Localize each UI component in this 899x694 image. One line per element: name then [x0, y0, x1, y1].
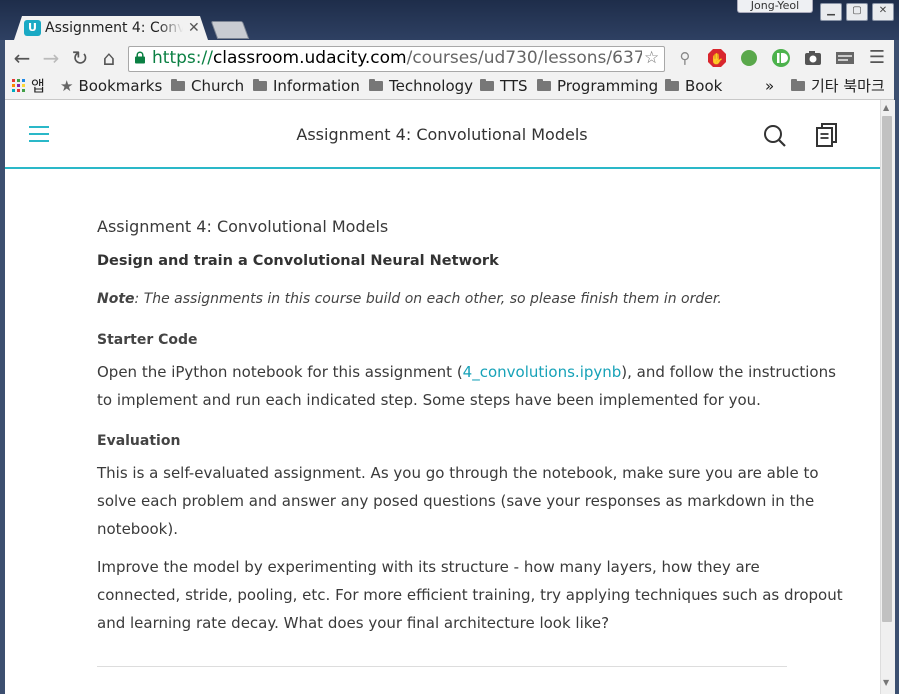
apps-label: 앱 — [31, 77, 45, 95]
profile-user-label[interactable]: Jong-Yeol — [737, 0, 813, 13]
improve-paragraph-line: connected, stride, pooling, etc. For mor… — [97, 586, 843, 604]
adblock-extension-icon[interactable]: ✋ — [707, 48, 727, 68]
bookmark-folder-tts[interactable]: TTS — [480, 76, 528, 96]
evaluation-heading: Evaluation — [97, 433, 181, 449]
close-window-button[interactable]: ✕ — [872, 3, 894, 21]
notes-icon[interactable] — [815, 122, 839, 148]
article-subtitle: Design and train a Convolutional Neural … — [97, 253, 499, 269]
folder-icon — [480, 79, 494, 91]
folder-icon — [171, 79, 185, 91]
magnifier-extension-icon[interactable]: ⚲ — [675, 48, 695, 68]
bookmark-label: TTS — [500, 77, 528, 95]
menu-hamburger-icon[interactable]: ☰ — [867, 48, 887, 68]
text: ), and follow the instructions — [621, 363, 836, 381]
minimize-button[interactable]: ▁ — [820, 3, 842, 21]
section-divider — [97, 666, 787, 667]
home-icon[interactable]: ⌂ — [98, 46, 120, 70]
url-host: classroom.udacity.com — [212, 48, 407, 68]
bookmark-label: Book — [685, 77, 723, 95]
bookmark-label: Information — [273, 77, 360, 95]
reload-icon[interactable]: ↻ — [69, 46, 91, 70]
url-text[interactable]: https://classroom.udacity.com/courses/ud… — [152, 47, 642, 69]
scrollbar-thumb[interactable] — [882, 116, 892, 622]
text: Open the iPython notebook for this assig… — [97, 363, 463, 381]
article-title: Assignment 4: Convolutional Models — [97, 217, 389, 236]
forward-arrow-icon[interactable]: → — [40, 46, 62, 70]
hamburger-menu-icon[interactable] — [29, 126, 49, 142]
scroll-up-arrow-icon[interactable]: ▲ — [883, 103, 889, 112]
starter-paragraph-line: Open the iPython notebook for this assig… — [97, 358, 836, 386]
folder-icon — [253, 79, 267, 91]
folder-icon — [369, 79, 383, 91]
improve-paragraph-line: and learning rate decay. What does your … — [97, 614, 610, 632]
starter-paragraph-line: to implement and run each indicated step… — [97, 391, 761, 409]
note-label: Note — [97, 291, 135, 307]
pushbullet-extension-icon[interactable] — [771, 48, 791, 68]
evernote-extension-icon[interactable] — [739, 48, 759, 68]
tab-close-icon[interactable]: ✕ — [188, 19, 200, 37]
folder-icon — [537, 79, 551, 91]
starter-code-heading: Starter Code — [97, 332, 198, 348]
search-icon[interactable] — [763, 124, 787, 148]
bookmarks-overflow-chevron[interactable]: » — [765, 76, 774, 96]
bookmark-label: Church — [191, 77, 245, 95]
bookmark-star-icon[interactable]: ☆ — [644, 47, 659, 69]
evaluation-paragraph-line: notebook). — [97, 520, 178, 538]
maximize-button[interactable]: ▢ — [846, 3, 868, 21]
bookmark-folder-church[interactable]: Church — [171, 76, 244, 96]
url-scheme: https:// — [152, 48, 213, 68]
bookmark-label: 기타 북마크 — [811, 77, 885, 95]
scroll-down-arrow-icon[interactable]: ▼ — [883, 678, 889, 687]
tab-title[interactable]: Assignment 4: Convolutional Models — [45, 19, 183, 37]
folder-icon — [791, 79, 805, 91]
header-title: Assignment 4: Convolutional Models — [296, 125, 588, 144]
camera-extension-icon[interactable] — [803, 48, 823, 68]
bookmark-folder-technology[interactable]: Technology — [369, 76, 473, 96]
lock-icon — [135, 51, 145, 64]
bookmark-folder-other[interactable]: 기타 북마크 — [791, 76, 885, 96]
bookmark-folder-information[interactable]: Information — [253, 76, 360, 96]
bookmark-label: Bookmarks — [78, 77, 163, 95]
bookmark-label: Technology — [389, 77, 474, 95]
bookmark-folder-book[interactable]: Book — [665, 76, 722, 96]
bookmark-folder-programming[interactable]: Programming — [537, 76, 658, 96]
svg-text:✋: ✋ — [710, 53, 724, 66]
improve-paragraph-line: Improve the model by experimenting with … — [97, 558, 760, 576]
star-icon: ★ — [60, 77, 74, 95]
new-tab-button[interactable] — [210, 21, 250, 39]
udacity-favicon-icon: U — [24, 20, 41, 36]
dictionary-extension-icon[interactable] — [835, 48, 855, 68]
url-path: /courses/ud730/lessons/6377263405/concep… — [406, 48, 642, 68]
folder-icon — [665, 79, 679, 91]
notebook-link[interactable]: 4_convolutions.ipynb — [463, 363, 622, 381]
evaluation-paragraph-line: This is a self-evaluated assignment. As … — [97, 464, 819, 482]
bookmark-label: Programming — [557, 77, 659, 95]
assignment-note: Note: The assignments in this course bui… — [97, 288, 722, 310]
bookmark-item-bookmarks[interactable]: ★ Bookmarks — [60, 76, 162, 96]
note-text: : The assignments in this course build o… — [134, 291, 722, 307]
back-arrow-icon[interactable]: ← — [11, 46, 33, 70]
apps-grid-icon — [12, 79, 25, 92]
apps-shortcut[interactable]: 앱 — [12, 76, 45, 96]
evaluation-paragraph-line: solve each problem and answer any posed … — [97, 492, 815, 510]
